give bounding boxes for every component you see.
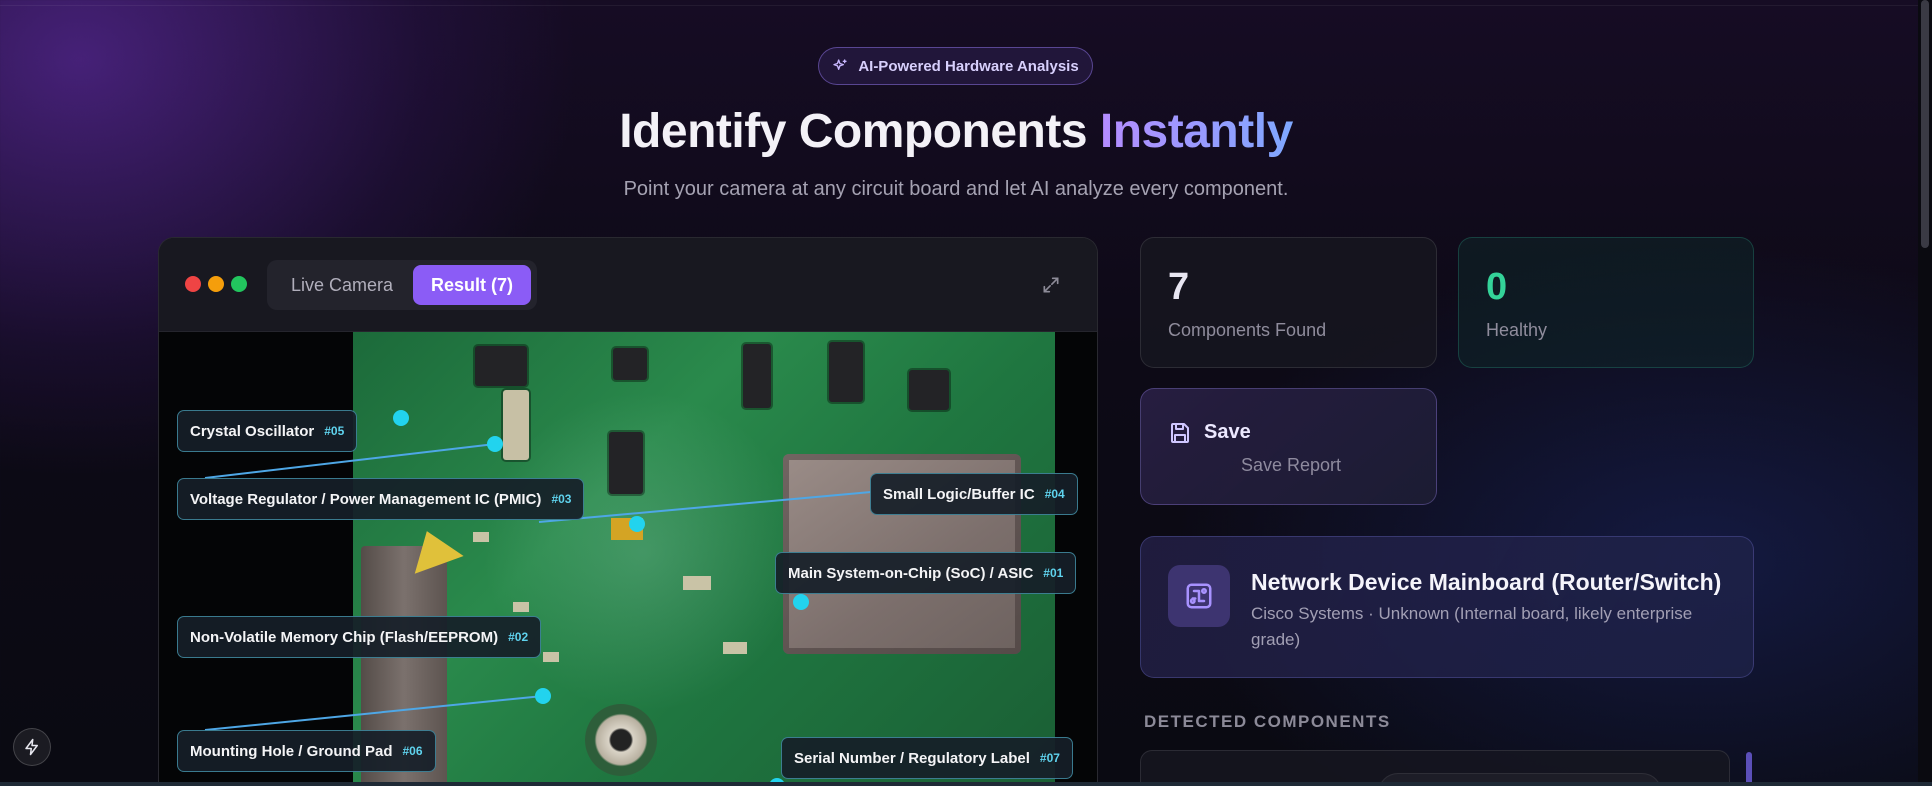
component-label-text: Voltage Regulator / Power Management IC … [190, 490, 542, 508]
device-title: Network Device Mainboard (Router/Switch) [1251, 569, 1722, 595]
component-label[interactable]: Non-Volatile Memory Chip (Flash/EEPROM) … [177, 616, 542, 658]
component-label-num: #06 [402, 744, 423, 758]
tab-result[interactable]: Result (7) [413, 265, 531, 305]
component-label-text: Main System-on-Chip (SoC) / ASIC [788, 564, 1034, 582]
window-dot-yellow [208, 276, 224, 292]
device-info-card: Network Device Mainboard (Router/Switch)… [1140, 536, 1754, 678]
component-label[interactable]: Serial Number / Regulatory Label #07 [781, 737, 1073, 779]
expand-icon[interactable] [1041, 275, 1061, 295]
component-label-text: Mounting Hole / Ground Pad [190, 742, 393, 760]
detected-components-heading: DETECTED COMPONENTS [1144, 712, 1391, 731]
circuit-icon [1168, 565, 1230, 627]
page-scrollbar[interactable] [1918, 0, 1932, 786]
component-label-num: #04 [1044, 487, 1065, 501]
floppy-icon [1171, 423, 1189, 443]
quick-action-button[interactable] [13, 728, 51, 766]
component-label-num: #07 [1039, 751, 1060, 765]
panel-header: Live Camera Result (7) [159, 238, 1097, 332]
component-label-text: Crystal Oscillator [190, 422, 315, 440]
component-label-text: Serial Number / Regulatory Label [794, 749, 1030, 767]
bottom-edge [0, 782, 1932, 786]
window-dot-green [231, 276, 247, 292]
save-title: Save [1204, 421, 1251, 443]
window-dot-red [185, 276, 201, 292]
title-main: Identify Components [619, 105, 1100, 158]
stat-components-found: 7 Components Found [1140, 237, 1437, 368]
components-found-value: 7 [1168, 266, 1190, 308]
save-report-button[interactable]: Save Save Report [1140, 388, 1437, 505]
marker-04 [629, 516, 645, 532]
component-label[interactable]: Crystal Oscillator #05 [177, 410, 358, 452]
marker-03 [487, 436, 503, 452]
sparkle-icon [833, 59, 847, 70]
component-label-text: Small Logic/Buffer IC [883, 485, 1035, 503]
save-subtitle: Save Report [1241, 455, 1342, 475]
camera-viewport: Crystal Oscillator #05 Voltage Regulator… [159, 332, 1097, 786]
healthy-value: 0 [1486, 266, 1508, 308]
page-subtitle: Point your camera at any circuit board a… [623, 178, 1289, 200]
device-subtitle: Cisco Systems · Unknown (Internal board,… [1251, 604, 1693, 649]
page-title: Identify Components Instantly [0, 104, 1912, 159]
component-label-text: Non-Volatile Memory Chip (Flash/EEPROM) [190, 628, 499, 646]
lightning-icon [25, 738, 38, 756]
ai-badge: AI-Powered Hardware Analysis [818, 47, 1093, 85]
healthy-label: Healthy [1486, 320, 1548, 340]
component-label-num: #05 [324, 424, 345, 438]
stat-healthy: 0 Healthy [1458, 237, 1754, 368]
component-label[interactable]: Voltage Regulator / Power Management IC … [177, 478, 585, 520]
title-highlight: Instantly [1099, 105, 1293, 158]
view-tabs: Live Camera Result (7) [267, 260, 537, 310]
component-label-num: #02 [508, 630, 529, 644]
tab-live-camera[interactable]: Live Camera [273, 265, 411, 305]
component-label-num: #01 [1043, 566, 1064, 580]
marker-01 [793, 594, 809, 610]
component-label[interactable]: Main System-on-Chip (SoC) / ASIC #01 [775, 552, 1077, 594]
marker-05 [393, 410, 409, 426]
top-divider [0, 0, 1932, 6]
components-found-label: Components Found [1168, 320, 1327, 340]
camera-panel: Live Camera Result (7) Crystal Oscillato… [158, 237, 1098, 786]
page-scrollbar-thumb[interactable] [1921, 0, 1929, 248]
component-label[interactable]: Mounting Hole / Ground Pad #06 [177, 730, 436, 772]
ai-badge-label: AI-Powered Hardware Analysis [858, 57, 1079, 75]
component-label-num: #03 [551, 492, 572, 506]
marker-06 [535, 688, 551, 704]
list-scrollbar[interactable] [1746, 752, 1752, 786]
component-label[interactable]: Small Logic/Buffer IC #04 [870, 473, 1078, 515]
